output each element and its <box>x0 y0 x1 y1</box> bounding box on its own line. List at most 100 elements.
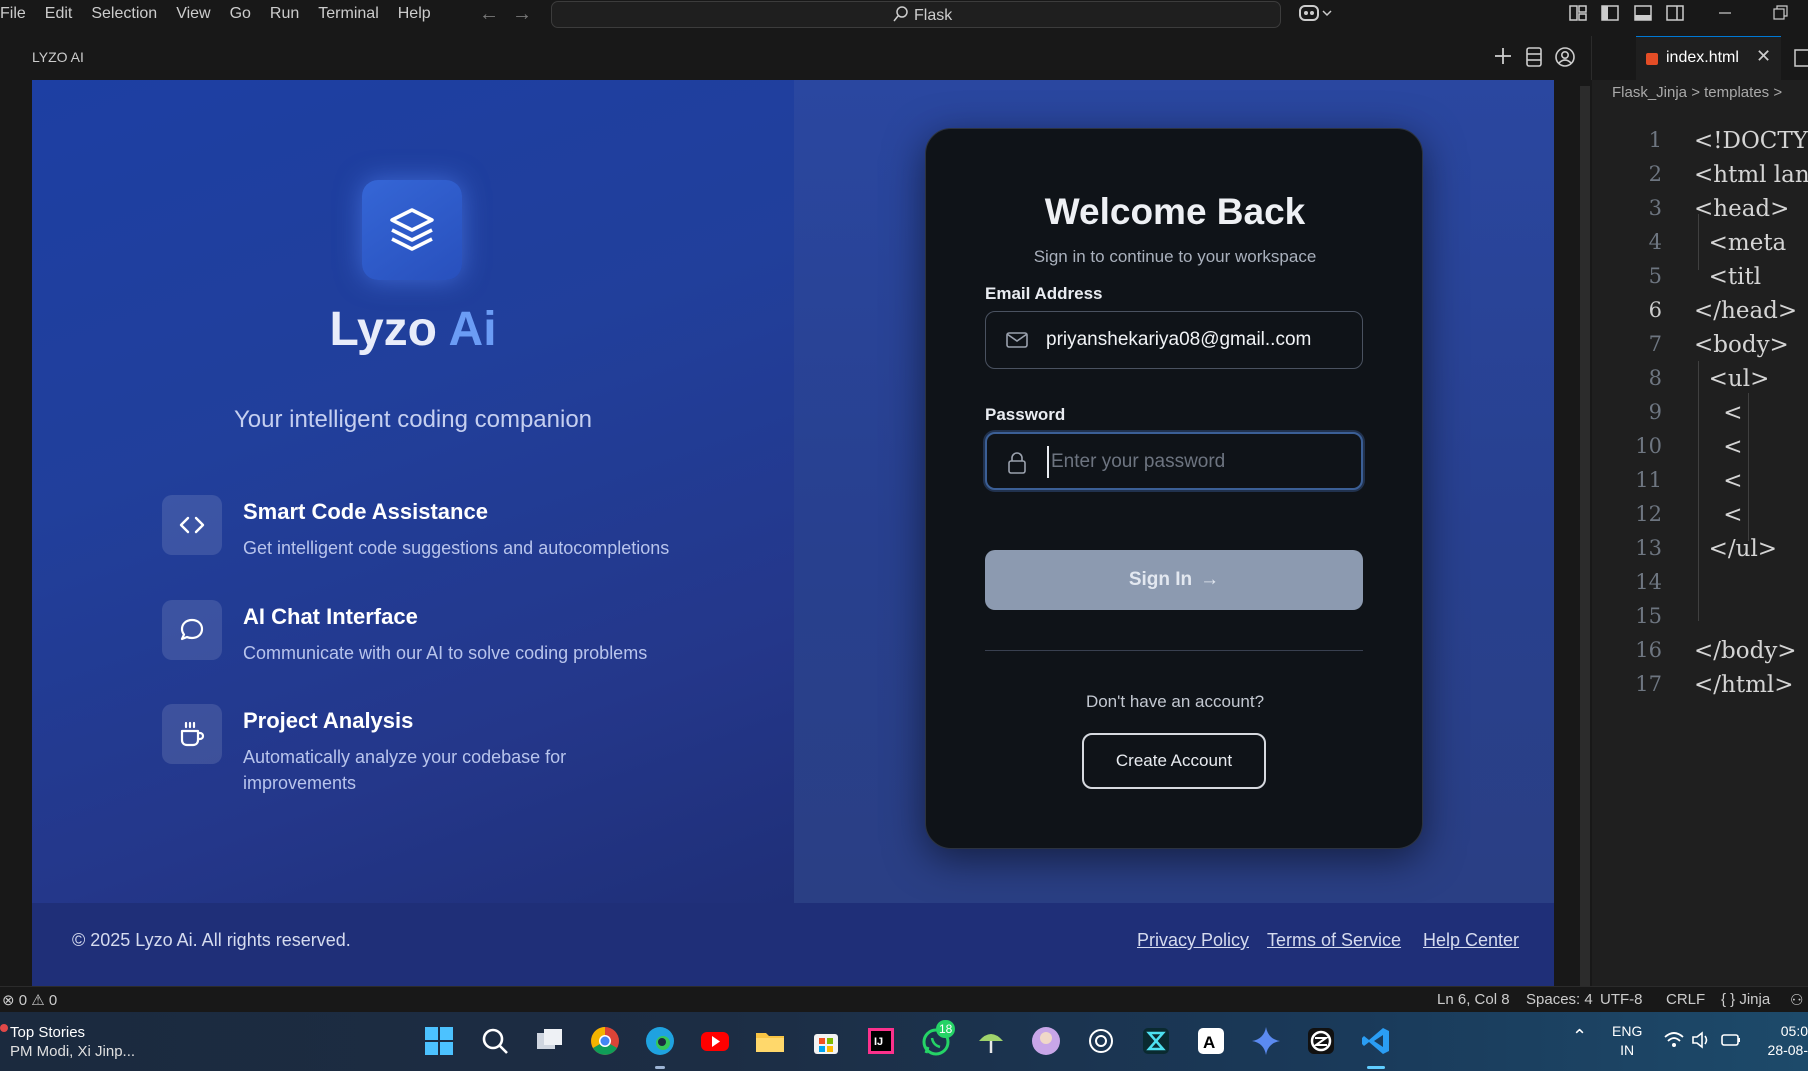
clock[interactable]: 05:0 28-08- <box>1764 1022 1808 1060</box>
preview-scrollbar[interactable] <box>1554 80 1592 986</box>
task-view-icon[interactable] <box>534 1025 566 1057</box>
toggle-secondary-sidebar-icon[interactable] <box>1666 4 1684 22</box>
password-field[interactable] <box>985 432 1363 490</box>
code-line[interactable]: 8 <ul> <box>1592 366 1808 400</box>
menu-run[interactable]: Run <box>270 5 299 23</box>
code-line[interactable]: 5 <titl <box>1592 264 1808 298</box>
gemini-icon[interactable] <box>1250 1025 1282 1057</box>
code-line[interactable]: 9 < <box>1592 400 1808 434</box>
encoding[interactable]: UTF-8 <box>1600 991 1643 1008</box>
code-line[interactable]: 13 </ul> <box>1592 536 1808 570</box>
copilot-icon[interactable] <box>1297 3 1333 30</box>
file-explorer-icon[interactable] <box>754 1025 786 1057</box>
tab-index-html[interactable]: index.html ✕ <box>1636 36 1781 80</box>
code-line[interactable]: 4 <meta <box>1592 230 1808 264</box>
account-icon[interactable] <box>1554 46 1576 68</box>
indentation[interactable]: Spaces: 4 <box>1526 991 1593 1008</box>
menu-file[interactable]: File <box>0 5 26 23</box>
command-center-search[interactable]: Flask <box>551 1 1281 28</box>
code-line[interactable]: 14 <box>1592 570 1808 604</box>
database-icon[interactable] <box>1524 46 1544 68</box>
minimize-icon[interactable] <box>1716 4 1734 22</box>
create-account-button[interactable]: Create Account <box>1082 733 1266 789</box>
news-widget[interactable]: Top Stories PM Modi, Xi Jinp... <box>10 1023 135 1061</box>
battery-icon[interactable] <box>1720 1030 1742 1050</box>
edge-icon[interactable] <box>644 1025 676 1057</box>
code-editor: index.html ✕ Flask_Jinja > templates > 1… <box>1592 36 1808 986</box>
line-number: 13 <box>1635 536 1662 560</box>
windows-start-icon[interactable] <box>423 1025 455 1057</box>
close-icon[interactable]: ✕ <box>1756 46 1771 67</box>
menu-selection[interactable]: Selection <box>91 5 157 23</box>
youtube-icon[interactable] <box>699 1025 731 1057</box>
line-number: 16 <box>1635 638 1662 662</box>
plus-icon[interactable] <box>1493 46 1513 66</box>
cursor-app-icon[interactable] <box>1140 1025 1172 1057</box>
toggle-sidebar-icon[interactable] <box>1601 4 1619 22</box>
vscode-active-indicator <box>1367 1066 1385 1069</box>
line-number: 11 <box>1635 468 1662 492</box>
problems-indicator[interactable]: ⊗ 0 ⚠ 0 <box>2 991 57 1009</box>
restore-icon[interactable] <box>1771 4 1789 22</box>
line-ending[interactable]: CRLF <box>1666 991 1705 1008</box>
feature-description: Communicate with our AI to solve coding … <box>243 643 648 663</box>
terms-of-service-link[interactable]: Terms of Service <box>1267 930 1401 951</box>
code-line[interactable]: 7 <body> <box>1592 332 1808 366</box>
app-preview: Lyzo Ai Your intelligent coding companio… <box>32 80 1554 986</box>
breadcrumb[interactable]: Flask_Jinja > templates > <box>1612 84 1782 101</box>
toggle-panel-icon[interactable] <box>1634 4 1652 22</box>
layout-customize-icon[interactable] <box>1569 4 1587 22</box>
privacy-policy-link[interactable]: Privacy Policy <box>1137 930 1249 951</box>
line-number: 1 <box>1648 128 1662 152</box>
code-line[interactable]: 6 </head> <box>1592 298 1808 332</box>
line-number: 2 <box>1648 162 1662 186</box>
menu-help[interactable]: Help <box>398 5 431 23</box>
copilot-status-icon[interactable]: ⚇ <box>1790 991 1803 1009</box>
lang-top: ENG <box>1612 1023 1643 1039</box>
help-center-link[interactable]: Help Center <box>1423 930 1519 951</box>
sign-in-button[interactable]: Sign In → <box>985 550 1363 610</box>
code-line[interactable]: 3 <head> <box>1592 196 1808 230</box>
chatgpt-icon[interactable] <box>1085 1025 1117 1057</box>
language-mode[interactable]: { } Jinja <box>1721 991 1770 1008</box>
menu-terminal[interactable]: Terminal <box>318 5 378 23</box>
password-input[interactable] <box>1047 446 1347 478</box>
code-line[interactable]: 2 <html lan <box>1592 162 1808 196</box>
code-line[interactable]: 10 < <box>1592 434 1808 468</box>
code-line[interactable]: 17 </html> <box>1592 672 1808 706</box>
menu-go[interactable]: Go <box>230 5 251 23</box>
back-arrow-icon[interactable]: ← <box>479 3 499 26</box>
zed-icon[interactable] <box>1305 1025 1337 1057</box>
code-line[interactable]: 11 < <box>1592 468 1808 502</box>
forward-arrow-icon[interactable]: → <box>512 3 532 26</box>
browser-panel-header: LYZO AI <box>0 36 1592 80</box>
fonts-app-icon[interactable]: A <box>1195 1025 1227 1057</box>
code-line[interactable]: 1 <!DOCTYPE <box>1592 128 1808 162</box>
code-line[interactable]: 16 </body> <box>1592 638 1808 672</box>
arrow-right-icon: → <box>1200 569 1220 590</box>
clock-time: 05:0 <box>1780 1023 1808 1039</box>
code-icon <box>162 495 222 555</box>
menu-edit[interactable]: Edit <box>45 5 73 23</box>
cursor-position[interactable]: Ln 6, Col 8 <box>1437 991 1510 1008</box>
email-field[interactable]: priyanshekariya08@gmail..com <box>985 311 1363 369</box>
split-editor-icon[interactable] <box>1794 48 1808 68</box>
app-umbrella-icon[interactable] <box>975 1025 1007 1057</box>
vscode-icon[interactable] <box>1360 1025 1392 1057</box>
intellij-icon[interactable]: IJ <box>865 1025 897 1057</box>
language-indicator[interactable]: ENG IN <box>1612 1022 1642 1060</box>
search-icon[interactable] <box>479 1025 511 1057</box>
microsoft-store-icon[interactable] <box>810 1025 842 1057</box>
chrome-icon[interactable] <box>589 1025 621 1057</box>
menu-view[interactable]: View <box>176 5 210 23</box>
line-code: <meta <box>1694 230 1787 256</box>
clock-date: 28-08- <box>1767 1042 1808 1058</box>
chevron-up-icon[interactable]: ⌃ <box>1572 1026 1587 1047</box>
code-line[interactable]: 12 < <box>1592 502 1808 536</box>
brand-name: Lyzo Ai <box>32 302 794 357</box>
volume-icon[interactable] <box>1691 1030 1713 1050</box>
code-line[interactable]: 15 <box>1592 604 1808 638</box>
wifi-icon[interactable] <box>1663 1030 1685 1050</box>
search-icon <box>893 6 908 22</box>
profile-app-icon[interactable] <box>1030 1025 1062 1057</box>
